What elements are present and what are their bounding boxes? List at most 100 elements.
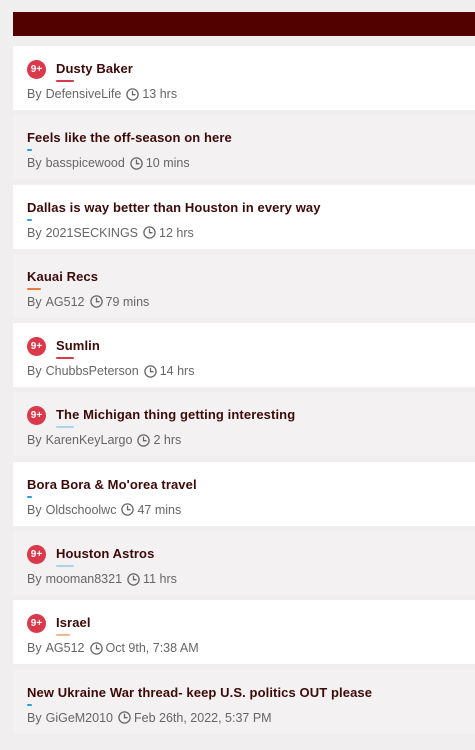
topic-title-row: Bora Bora & Mo'orea travel [27, 475, 475, 498]
topic-item[interactable]: Dallas is way better than Houston in eve… [13, 184, 475, 249]
topic-activity-indicator [27, 495, 32, 498]
topic-title-wrap: Dallas is way better than Houston in eve… [27, 199, 321, 221]
topic-item[interactable]: 9+ Dusty Baker By DefensiveLife 13 hrs [13, 46, 475, 110]
topic-title-row: Feels like the off-season on here [27, 128, 475, 152]
by-label: By [27, 225, 42, 240]
topic-author-link[interactable]: ChubbsPeterson [46, 364, 139, 378]
topic-meta: By AG512 79 mins [27, 295, 475, 309]
clock-icon [121, 503, 135, 517]
topic-item[interactable]: Feels like the off-season on here By bassp… [13, 115, 475, 180]
topic-timestamp: 10 mins [145, 156, 190, 171]
by-label: By [27, 364, 42, 379]
by-label: By [27, 87, 42, 101]
topic-title-row: Dallas is way better than Houston in eve… [27, 198, 475, 221]
topic-item[interactable]: 9+ Houston Astros By mooman8321 11 hrs [13, 531, 475, 596]
clock-icon [118, 711, 131, 724]
topic-item[interactable]: 9+ Israel By AG512 Oct 9th, 7:38 AM [13, 600, 475, 665]
topic-meta: By AG512 Oct 9th, 7:38 AM [27, 641, 475, 655]
topic-title-row: 9+ Sumlin [27, 336, 475, 360]
topic-title-wrap: Israel [56, 614, 91, 637]
topic-author-link[interactable]: AG512 [46, 641, 85, 655]
header-bar [13, 12, 475, 36]
topic-timestamp: Feb 26th, 2022, 5:37 PM [134, 710, 272, 725]
topic-title-wrap: Kauai Recs [27, 268, 98, 290]
topic-meta: By GiGeM2010 Feb 26th, 2022, 5:37 PM [27, 711, 475, 725]
topic-title-wrap: The Michigan thing getting interesting [56, 406, 295, 429]
topic-activity-indicator [27, 703, 32, 706]
topic-title-link[interactable]: Sumlin [56, 338, 100, 353]
topic-meta: By basspicewood 10 mins [27, 156, 475, 170]
topic-author-link[interactable]: GiGeM2010 [46, 711, 113, 725]
topic-item[interactable]: 9+ The Michigan thing getting interesting… [13, 392, 475, 457]
topic-meta: By mooman8321 11 hrs [27, 572, 475, 586]
topic-timestamp: 47 mins [137, 502, 182, 517]
topic-title-link[interactable]: Dallas is way better than Houston in eve… [27, 200, 321, 215]
clock-icon [89, 295, 103, 309]
topic-title-link[interactable]: Dusty Baker [56, 61, 133, 76]
by-label: By [27, 294, 42, 309]
topic-title-wrap: Feels like the off-season on here [27, 129, 232, 152]
topic-author-link[interactable]: mooman8321 [46, 572, 122, 586]
topic-timestamp: 13 hrs [142, 87, 178, 101]
topic-author-link[interactable]: Oldschoolwc [46, 503, 117, 517]
topic-meta: By ChubbsPeterson 14 hrs [27, 364, 475, 378]
topic-activity-indicator [56, 80, 74, 82]
topic-title-row: 9+ Dusty Baker [27, 59, 475, 82]
topic-item[interactable]: Bora Bora & Mo'orea travel By Oldschoolwc 4… [13, 461, 475, 526]
reply-count-badge: 9+ [27, 405, 46, 425]
clock-icon [127, 572, 140, 586]
topic-item[interactable]: New Ukraine War thread- keep U.S. politi… [13, 669, 475, 734]
by-label: By [27, 502, 42, 517]
topic-title-row: 9+ Israel [27, 613, 475, 637]
topic-title-link[interactable]: New Ukraine War thread- keep U.S. politi… [27, 685, 372, 700]
topic-meta: By KarenKeyLargo 2 hrs [27, 433, 475, 447]
clock-icon [143, 364, 157, 378]
reply-count-badge: 9+ [27, 544, 46, 564]
by-label: By [27, 710, 42, 725]
topic-title-link[interactable]: The Michigan thing getting interesting [56, 407, 295, 422]
topic-author-link[interactable]: basspicewood [46, 156, 125, 170]
topic-timestamp: Oct 9th, 7:38 AM [105, 641, 199, 656]
by-label: By [27, 433, 42, 448]
topic-title-row: 9+ Houston Astros [27, 544, 475, 568]
topic-timestamp: 11 hrs [143, 572, 177, 587]
topic-timestamp: 79 mins [105, 294, 150, 309]
topic-title-wrap: Dusty Baker [56, 60, 133, 82]
topic-title-link[interactable]: Houston Astros [56, 546, 154, 561]
topic-activity-indicator [56, 634, 70, 637]
reply-count-badge: 9+ [27, 59, 46, 79]
topic-activity-indicator [27, 218, 32, 221]
forum-page: 9+ Dusty Baker By DefensiveLife 13 hrs Feels … [0, 0, 475, 750]
topic-activity-indicator [56, 565, 74, 568]
topic-author-link[interactable]: 2021SECKINGS [46, 226, 138, 240]
topic-author-link[interactable]: KarenKeyLargo [46, 433, 133, 447]
topic-author-link[interactable]: DefensiveLife [46, 87, 122, 101]
by-label: By [27, 156, 42, 171]
clock-icon [89, 642, 103, 655]
topic-activity-indicator [56, 357, 74, 360]
topic-title-wrap: Houston Astros [56, 545, 154, 568]
topic-title-link[interactable]: Bora Bora & Mo'orea travel [27, 477, 197, 492]
topic-activity-indicator [27, 149, 32, 152]
topic-title-wrap: Sumlin [56, 337, 100, 360]
topic-title-link[interactable]: Israel [56, 615, 91, 630]
topic-activity-indicator [56, 426, 74, 429]
clock-icon [130, 157, 143, 170]
by-label: By [27, 641, 42, 656]
topic-author-link[interactable]: AG512 [46, 295, 85, 309]
reply-count-badge: 9+ [27, 613, 46, 633]
topic-title-link[interactable]: Feels like the off-season on here [27, 130, 232, 145]
clock-icon [143, 226, 156, 239]
topic-title-row: 9+ The Michigan thing getting interesting [27, 405, 475, 429]
topic-activity-indicator [27, 287, 41, 290]
topic-meta: By 2021SECKINGS 12 hrs [27, 226, 475, 240]
topic-item[interactable]: 9+ Sumlin By ChubbsPeterson 14 hrs [13, 323, 475, 388]
topic-timestamp: 12 hrs [159, 225, 194, 240]
topic-title-link[interactable]: Kauai Recs [27, 269, 98, 284]
topic-title-wrap: Bora Bora & Mo'orea travel [27, 476, 197, 498]
topic-timestamp: 14 hrs [159, 364, 195, 379]
clock-icon [126, 87, 140, 101]
topic-item[interactable]: Kauai Recs By AG512 79 mins [13, 253, 475, 318]
topic-title-wrap: New Ukraine War thread- keep U.S. politi… [27, 684, 372, 706]
topic-title-row: New Ukraine War thread- keep U.S. politi… [27, 683, 475, 706]
